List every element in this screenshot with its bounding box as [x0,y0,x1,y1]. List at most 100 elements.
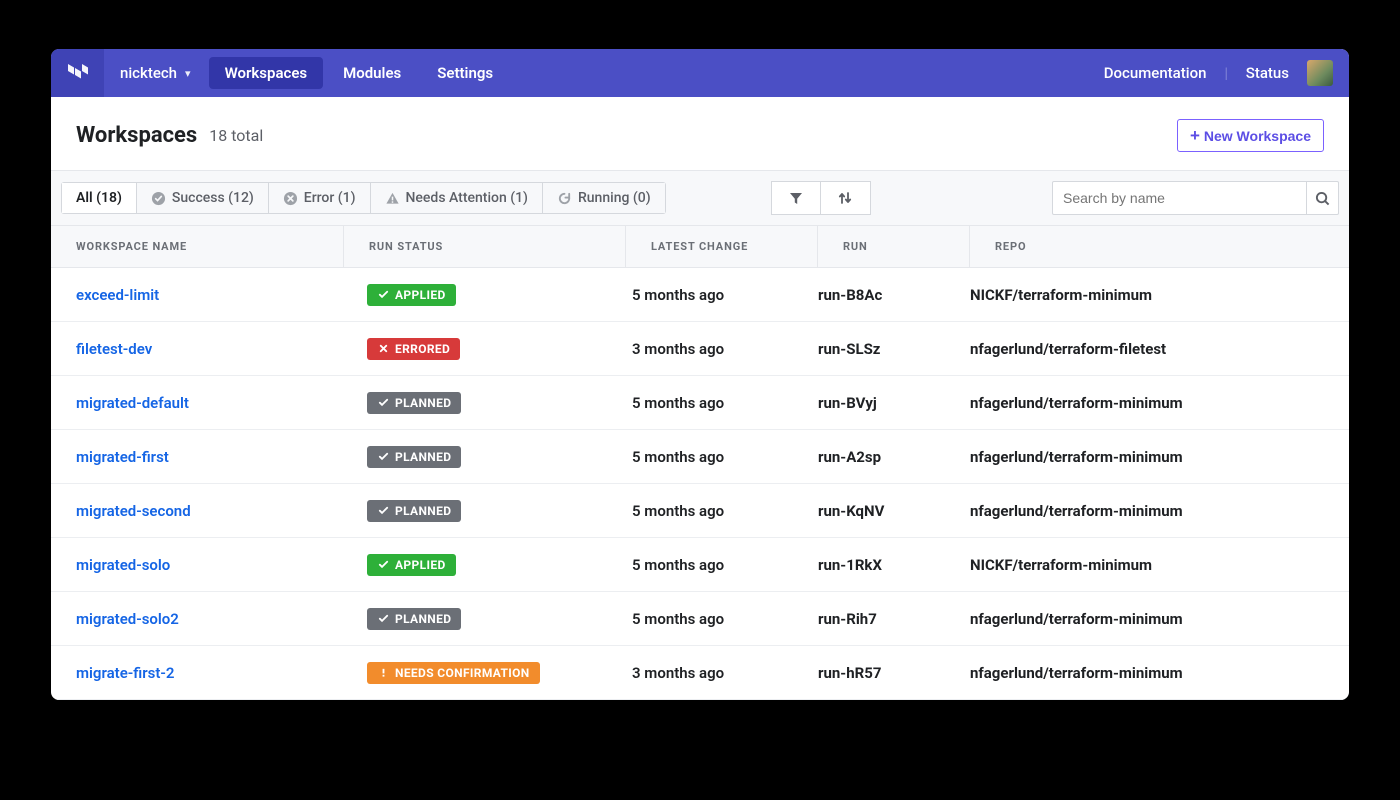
plus-icon: + [1190,127,1200,144]
status-icon [377,343,389,355]
filter-error[interactable]: Error (1) [269,182,371,214]
status-icon [377,289,389,301]
table-row: migrated-solo APPLIED 5 months ago run-1… [51,538,1349,592]
nav-documentation-link[interactable]: Documentation [1104,64,1207,82]
repo-name: nfagerlund/terraform-minimum [970,394,1349,412]
status-badge: PLANNED [367,500,461,522]
new-workspace-button[interactable]: + New Workspace [1177,119,1324,152]
status-badge: PLANNED [367,446,461,468]
workspace-count: 18 total [209,126,263,145]
search-button[interactable] [1307,181,1339,215]
status-label: APPLIED [395,558,446,572]
workspace-link[interactable]: migrated-solo2 [76,610,179,628]
filter-all[interactable]: All (18) [61,182,137,214]
repo-name: nfagerlund/terraform-minimum [970,610,1349,628]
repo-name: nfagerlund/terraform-minimum [970,502,1349,520]
table-row: migrated-first PLANNED 5 months ago run-… [51,430,1349,484]
workspace-link[interactable]: migrated-first [76,448,169,466]
latest-change: 3 months ago [626,340,818,358]
status-badge: PLANNED [367,392,461,414]
refresh-icon [557,191,572,206]
run-id: run-BVyj [818,394,970,412]
repo-name: nfagerlund/terraform-minimum [970,664,1349,682]
status-icon [377,667,389,679]
run-id: run-KqNV [818,502,970,520]
user-avatar[interactable] [1307,60,1333,86]
filter-bar: All (18) Success (12) Error (1) Needs At… [51,170,1349,226]
sort-button[interactable] [821,181,871,215]
status-icon [377,451,389,463]
filter-success[interactable]: Success (12) [137,182,269,214]
latest-change: 5 months ago [626,556,818,574]
tab-modules[interactable]: Modules [327,57,417,89]
sort-icon [837,190,853,206]
status-label: NEEDS CONFIRMATION [395,666,530,680]
table-header: WORKSPACE NAME RUN STATUS LATEST CHANGE … [51,226,1349,268]
status-badge: PLANNED [367,608,461,630]
page-title: Workspaces [76,123,197,148]
nav-divider: | [1224,64,1227,82]
table-row: migrated-default PLANNED 5 months ago ru… [51,376,1349,430]
page-header: Workspaces 18 total + New Workspace [51,97,1349,170]
status-icon [377,559,389,571]
filter-running[interactable]: Running (0) [543,182,666,214]
run-id: run-SLSz [818,340,970,358]
status-label: PLANNED [395,612,451,626]
chevron-down-icon: ▾ [185,67,191,80]
repo-name: nfagerlund/terraform-minimum [970,448,1349,466]
latest-change: 5 months ago [626,394,818,412]
table-row: migrated-second PLANNED 5 months ago run… [51,484,1349,538]
table-body: exceed-limit APPLIED 5 months ago run-B8… [51,268,1349,700]
workspace-link[interactable]: migrated-second [76,502,191,520]
tab-settings[interactable]: Settings [421,57,509,89]
filter-tabs: All (18) Success (12) Error (1) Needs At… [61,182,666,214]
terraform-logo-icon[interactable] [51,49,104,97]
filter-icon [788,190,804,206]
col-repo: REPO [970,226,1349,267]
status-badge: ERRORED [367,338,460,360]
search-input[interactable] [1052,181,1307,215]
workspace-link[interactable]: migrated-solo [76,556,170,574]
workspace-link[interactable]: filetest-dev [76,340,152,358]
run-id: run-A2sp [818,448,970,466]
filter-attention[interactable]: Needs Attention (1) [371,182,543,214]
check-circle-icon [151,191,166,206]
alert-triangle-icon [385,191,400,206]
col-run: RUN [818,226,970,267]
search-icon [1315,191,1330,206]
status-label: APPLIED [395,288,446,302]
latest-change: 5 months ago [626,610,818,628]
main-tabs: Workspaces Modules Settings [207,49,512,97]
status-label: ERRORED [395,342,450,356]
status-icon [377,397,389,409]
status-badge: NEEDS CONFIRMATION [367,662,540,684]
top-nav: nicktech ▾ Workspaces Modules Settings D… [51,49,1349,97]
tab-workspaces[interactable]: Workspaces [209,57,324,89]
status-label: PLANNED [395,504,451,518]
filter-button[interactable] [771,181,821,215]
repo-name: nfagerlund/terraform-filetest [970,340,1349,358]
status-label: PLANNED [395,450,451,464]
org-switcher[interactable]: nicktech ▾ [104,49,207,97]
nav-right: Documentation | Status [1104,49,1349,97]
status-label: PLANNED [395,396,451,410]
table-row: filetest-dev ERRORED 3 months ago run-SL… [51,322,1349,376]
app-window: nicktech ▾ Workspaces Modules Settings D… [51,49,1349,700]
latest-change: 5 months ago [626,502,818,520]
view-controls [771,181,871,215]
workspace-link[interactable]: migrate-first-2 [76,664,174,682]
col-workspace-name: WORKSPACE NAME [51,226,344,267]
latest-change: 3 months ago [626,664,818,682]
nav-status-link[interactable]: Status [1246,64,1289,82]
x-circle-icon [283,191,298,206]
run-id: run-Rih7 [818,610,970,628]
org-name: nicktech [120,64,177,82]
status-icon [377,613,389,625]
status-badge: APPLIED [367,554,456,576]
table-row: migrate-first-2 NEEDS CONFIRMATION 3 mon… [51,646,1349,700]
latest-change: 5 months ago [626,286,818,304]
workspace-link[interactable]: exceed-limit [76,286,159,304]
run-id: run-hR57 [818,664,970,682]
latest-change: 5 months ago [626,448,818,466]
workspace-link[interactable]: migrated-default [76,394,189,412]
